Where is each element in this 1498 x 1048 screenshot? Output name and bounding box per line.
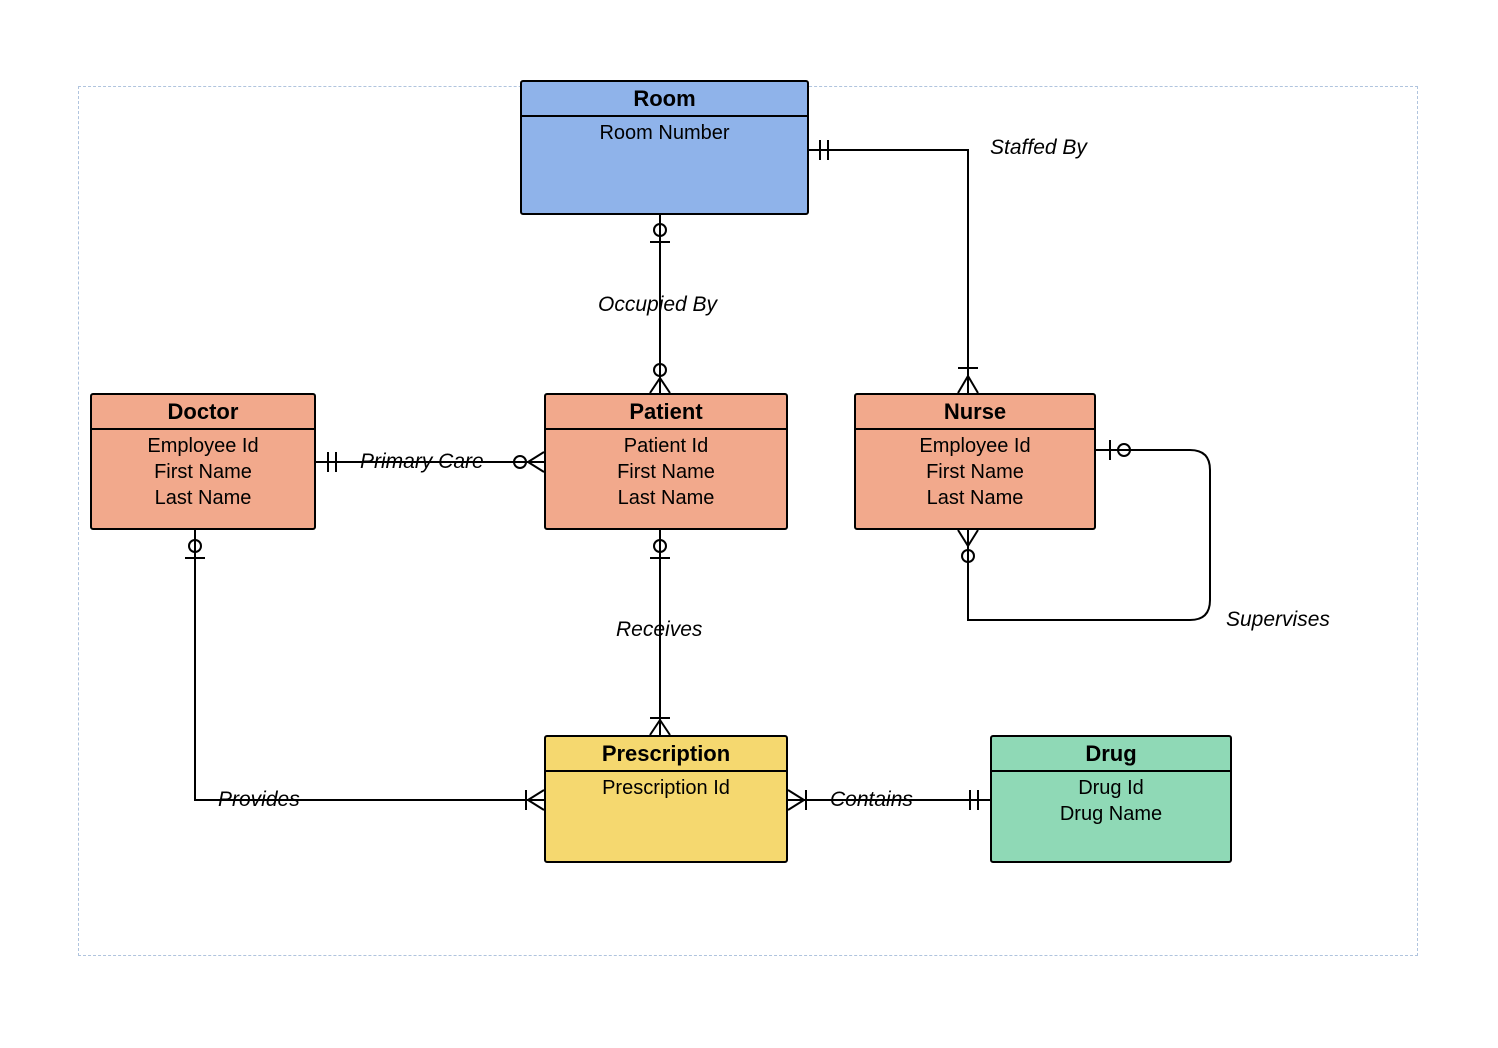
entity-patient[interactable]: Patient Patient Id First Name Last Name	[544, 393, 788, 530]
rel-staffed-by: Staffed By	[990, 136, 1087, 160]
rel-supervises: Supervises	[1226, 608, 1330, 632]
entity-room[interactable]: Room Room Number	[520, 80, 809, 215]
rel-contains: Contains	[830, 788, 913, 812]
entity-nurse[interactable]: Nurse Employee Id First Name Last Name	[854, 393, 1096, 530]
entity-attr: First Name	[98, 459, 308, 485]
entity-doctor-title: Doctor	[92, 395, 314, 430]
entity-drug-attrs: Drug Id Drug Name	[992, 772, 1230, 833]
entity-nurse-attrs: Employee Id First Name Last Name	[856, 430, 1094, 517]
rel-primary-care: Primary Care	[360, 450, 484, 474]
entity-attr: Prescription Id	[552, 775, 780, 801]
entity-patient-title: Patient	[546, 395, 786, 430]
entity-attr: Drug Name	[998, 801, 1224, 827]
entity-attr: Patient Id	[552, 433, 780, 459]
rel-occupied-by: Occupied By	[598, 293, 717, 317]
entity-room-title: Room	[522, 82, 807, 117]
entity-attr: Room Number	[528, 120, 801, 146]
entity-attr: First Name	[862, 459, 1088, 485]
entity-attr: First Name	[552, 459, 780, 485]
entity-attr: Last Name	[552, 485, 780, 511]
rel-receives: Receives	[616, 618, 702, 642]
entity-prescription[interactable]: Prescription Prescription Id	[544, 735, 788, 863]
entity-attr: Last Name	[98, 485, 308, 511]
entity-prescription-title: Prescription	[546, 737, 786, 772]
entity-nurse-title: Nurse	[856, 395, 1094, 430]
entity-prescription-attrs: Prescription Id	[546, 772, 786, 807]
entity-attr: Drug Id	[998, 775, 1224, 801]
entity-doctor-attrs: Employee Id First Name Last Name	[92, 430, 314, 517]
entity-attr: Last Name	[862, 485, 1088, 511]
entity-room-attrs: Room Number	[522, 117, 807, 152]
entity-drug[interactable]: Drug Drug Id Drug Name	[990, 735, 1232, 863]
rel-provides: Provides	[218, 788, 300, 812]
entity-doctor[interactable]: Doctor Employee Id First Name Last Name	[90, 393, 316, 530]
entity-drug-title: Drug	[992, 737, 1230, 772]
entity-attr: Employee Id	[98, 433, 308, 459]
entity-attr: Employee Id	[862, 433, 1088, 459]
entity-patient-attrs: Patient Id First Name Last Name	[546, 430, 786, 517]
